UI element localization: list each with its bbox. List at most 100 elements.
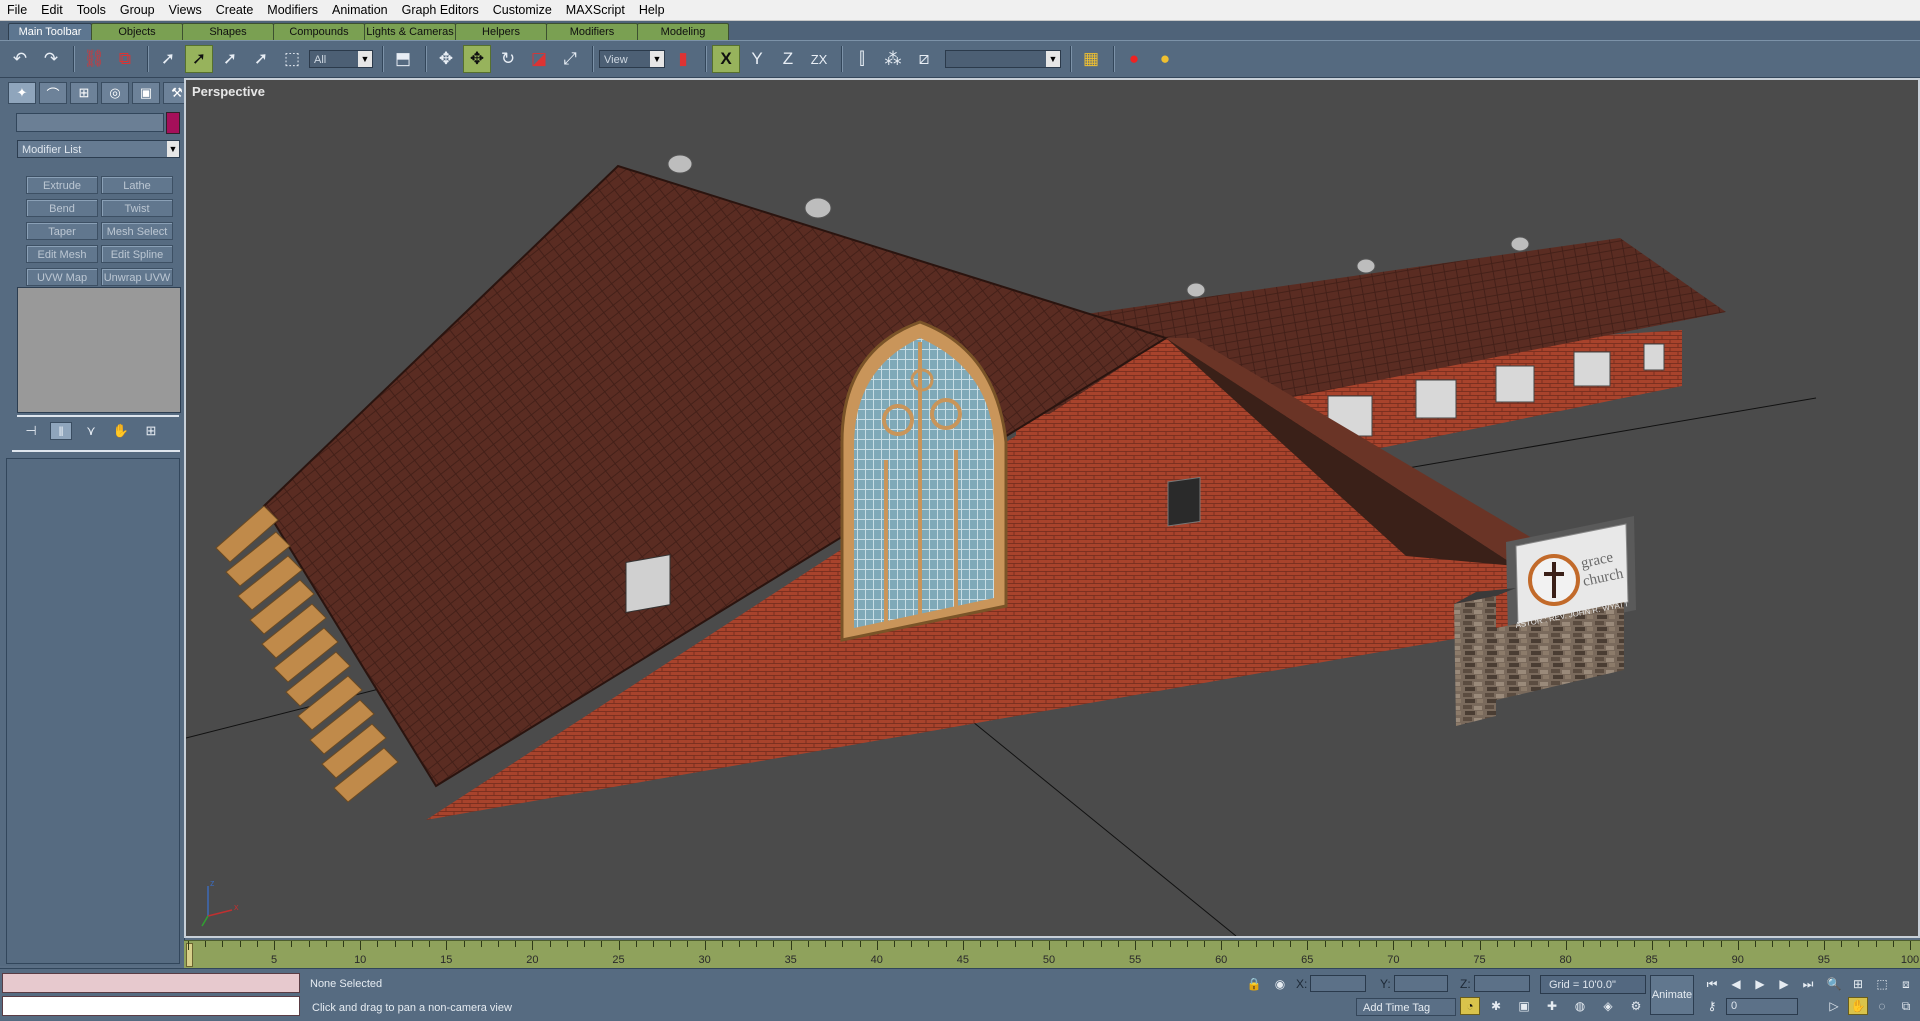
modifier-button-unwrap-uvw[interactable]: Unwrap UVW [101,268,173,286]
modifier-stack-list[interactable] [17,287,181,413]
named-selection-dropdown[interactable]: ▼ [945,50,1061,68]
isolate-icon[interactable]: ✚ [1542,997,1562,1015]
animate-button[interactable]: Animate [1650,975,1694,1015]
tab-lights-cameras[interactable]: Lights & Cameras [364,23,456,40]
y-coord-field[interactable] [1394,975,1448,992]
modifier-button-edit-spline[interactable]: Edit Spline [101,245,173,263]
zoom-extents-icon[interactable]: ⬚ [1872,975,1892,993]
unlink-selection-icon[interactable]: ⧉ [111,45,139,73]
pivot-center-icon[interactable]: ▮ [669,45,697,73]
tab-helpers[interactable]: Helpers [455,23,547,40]
modifier-button-twist[interactable]: Twist [101,199,173,217]
select-and-link-icon[interactable]: ⛓ [80,45,108,73]
restrict-y-button[interactable]: Y [743,45,771,73]
motion-tab-icon[interactable]: ◎ [101,82,129,104]
show-end-result-icon[interactable]: ‖ [50,422,72,440]
object-color-swatch[interactable] [166,112,180,134]
selection-filter-dropdown[interactable]: All ▼ [309,50,373,68]
menu-views[interactable]: Views [162,0,209,20]
select-object-icon[interactable]: ➚ [154,45,182,73]
pan-view-icon[interactable]: ✋ [1848,997,1868,1015]
menu-modifiers[interactable]: Modifiers [260,0,325,20]
arc-rotate-icon[interactable]: ◌ [1872,997,1892,1015]
key-mode-icon[interactable]: ⚷ [1702,997,1722,1015]
perspective-viewport[interactable]: Perspective grace church ASTOR: REV. JO… [184,78,1920,938]
render-scene-icon[interactable]: ● [1120,45,1148,73]
make-unique-icon[interactable]: ⋎ [80,422,102,440]
menu-tools[interactable]: Tools [70,0,113,20]
select-region-icon[interactable]: ➚ [216,45,244,73]
tab-compounds[interactable]: Compounds [273,23,365,40]
zoom-extents-all-icon[interactable]: ⧈ [1896,975,1916,993]
add-time-tag-button[interactable]: Add Time Tag [1356,998,1456,1016]
menu-customize[interactable]: Customize [486,0,559,20]
select-and-manipulate-icon[interactable]: ⬒ [389,45,417,73]
menu-graph-editors[interactable]: Graph Editors [395,0,486,20]
modifier-button-bend[interactable]: Bend [26,199,98,217]
tab-objects[interactable]: Objects [91,23,183,40]
select-and-squash-icon[interactable]: ⤢ [556,45,584,73]
tab-main-toolbar[interactable]: Main Toolbar [8,23,92,40]
render-frame-icon[interactable]: ▣ [1514,997,1534,1015]
go-to-end-icon[interactable]: ⏭ [1798,975,1818,993]
display-tab-icon[interactable]: ▣ [132,82,160,104]
menu-help[interactable]: Help [632,0,672,20]
redo-icon[interactable]: ↷ [37,45,65,73]
modifier-button-lathe[interactable]: Lathe [101,176,173,194]
current-frame-field[interactable]: 0 [1726,998,1798,1015]
lock-selection-icon[interactable]: 🔒 [1244,975,1264,993]
restrict-z-button[interactable]: Z [774,45,802,73]
undo-icon[interactable]: ↶ [6,45,34,73]
arc-rotate-selected-icon[interactable]: ◈ [1598,997,1618,1015]
mirror-icon[interactable]: ⫿ [848,45,876,73]
restrict-zx-button[interactable]: ZX [805,45,833,73]
spacing-tool-icon[interactable]: ⧄ [910,45,938,73]
next-frame-icon[interactable]: ▶ [1774,975,1794,993]
timeline-track[interactable]: 5 10 15 20 25 30 35 40 45 50 55 60 65 70 75 80 85 90 95 100 [184,940,1920,969]
restrict-x-button[interactable]: X [712,45,740,73]
create-tab-icon[interactable]: ✦ [8,82,36,104]
select-and-move-active-icon[interactable]: ✥ [463,45,491,73]
hierarchy-tab-icon[interactable]: ⊞ [70,82,98,104]
quick-render-icon[interactable]: ● [1151,45,1179,73]
play-icon[interactable]: ▶ [1750,975,1770,993]
window-crossing-icon[interactable]: ➚ [247,45,275,73]
tab-modifiers[interactable]: Modifiers [546,23,638,40]
maxscript-listener-input[interactable] [2,996,300,1016]
walkthrough-icon[interactable]: ◍ [1570,997,1590,1015]
material-editor-icon[interactable]: ▦ [1077,45,1105,73]
modifier-button-mesh-select[interactable]: Mesh Select [101,222,173,240]
rectangular-selection-icon[interactable]: ⬚ [278,45,306,73]
tab-shapes[interactable]: Shapes [182,23,274,40]
x-coord-field[interactable] [1310,975,1366,992]
reference-coordinate-dropdown[interactable]: View ▼ [599,50,665,68]
menu-group[interactable]: Group [113,0,162,20]
modifier-button-taper[interactable]: Taper [26,222,98,240]
z-coord-field[interactable] [1474,975,1530,992]
field-of-view-icon[interactable]: ▷ [1824,997,1844,1015]
key-filters-icon[interactable]: ✱ [1486,997,1506,1015]
maximize-viewport-icon[interactable]: ⧉ [1896,997,1916,1015]
tab-modeling[interactable]: Modeling [637,23,729,40]
go-to-start-icon[interactable]: ⏮ [1702,975,1722,993]
menu-create[interactable]: Create [209,0,261,20]
object-name-field[interactable] [16,113,164,132]
menu-animation[interactable]: Animation [325,0,395,20]
remove-modifier-icon[interactable]: ✋ [110,422,132,440]
absolute-mode-icon[interactable]: ◉ [1270,975,1290,993]
maxscript-listener-output[interactable] [2,973,300,993]
select-by-name-icon[interactable]: ➚ [185,45,213,73]
menu-file[interactable]: File [0,0,34,20]
zoom-icon[interactable]: 🔍 [1824,975,1844,993]
previous-frame-icon[interactable]: ◀ [1726,975,1746,993]
modifier-button-extrude[interactable]: Extrude [26,176,98,194]
select-and-move-icon[interactable]: ✥ [432,45,460,73]
menu-edit[interactable]: Edit [34,0,70,20]
array-icon[interactable]: ⁂ [879,45,907,73]
pin-stack-icon[interactable]: ⊣ [20,422,42,440]
select-and-rotate-icon[interactable]: ↻ [494,45,522,73]
modify-tab-icon[interactable]: ⌒ [39,82,67,104]
select-and-scale-icon[interactable]: ◪ [525,45,553,73]
set-key-icon[interactable]: ◔ [1460,997,1480,1015]
configure-modifier-sets-icon[interactable]: ⊞ [140,422,162,440]
